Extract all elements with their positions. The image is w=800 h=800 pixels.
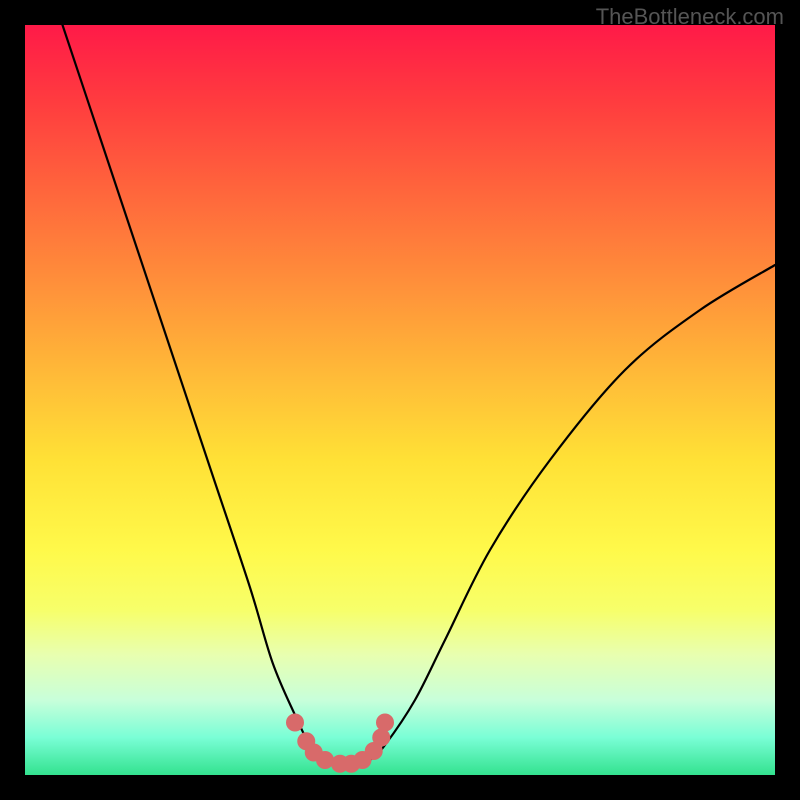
basin-marker xyxy=(286,714,304,732)
basin-marker xyxy=(372,729,390,747)
plot-area xyxy=(25,25,775,775)
bottleneck-curve-svg xyxy=(25,25,775,775)
basin-markers xyxy=(286,714,394,773)
basin-marker xyxy=(376,714,394,732)
bottleneck-curve-path xyxy=(63,25,776,768)
chart-frame: TheBottleneck.com xyxy=(0,0,800,800)
basin-marker xyxy=(316,751,334,769)
watermark-text: TheBottleneck.com xyxy=(596,4,784,30)
